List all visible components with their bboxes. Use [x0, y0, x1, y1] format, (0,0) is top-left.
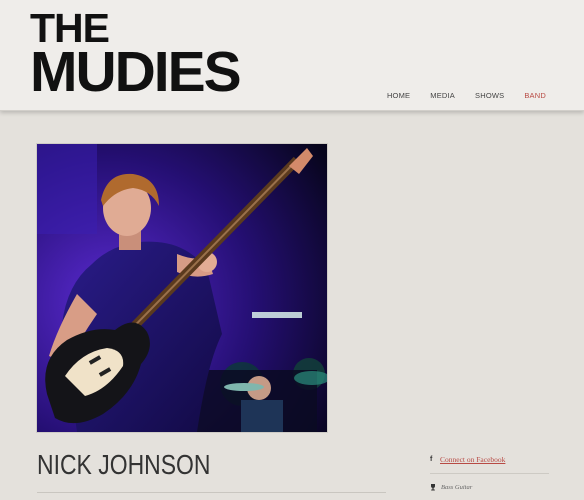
member-role: Bass Guitar — [441, 484, 473, 491]
divider — [37, 492, 386, 493]
nav-shows[interactable]: SHOWS — [475, 91, 504, 100]
nav-home[interactable]: HOME — [387, 91, 410, 100]
main-nav: HOME MEDIA SHOWS BAND — [387, 91, 546, 100]
logo-line-2: MUDIES — [30, 40, 242, 104]
trophy-icon — [431, 484, 435, 491]
member-photo-image — [37, 144, 327, 432]
member-name: NICK JOHNSON — [37, 449, 211, 480]
role-row: Bass Guitar — [430, 484, 550, 491]
sidebar-divider — [430, 473, 549, 474]
band-logo[interactable]: THE MUDIES — [30, 8, 252, 104]
nav-media[interactable]: MEDIA — [430, 91, 455, 100]
member-photo — [37, 144, 327, 432]
facebook-row: f Connect on Facebook — [430, 453, 550, 465]
nav-band[interactable]: BAND — [524, 91, 546, 100]
facebook-link[interactable]: Connect on Facebook — [440, 455, 505, 464]
site-header: THE MUDIES HOME MEDIA SHOWS BAND — [0, 0, 584, 111]
member-sidebar: f Connect on Facebook Bass Guitar — [430, 453, 550, 491]
facebook-icon: f — [430, 455, 433, 463]
